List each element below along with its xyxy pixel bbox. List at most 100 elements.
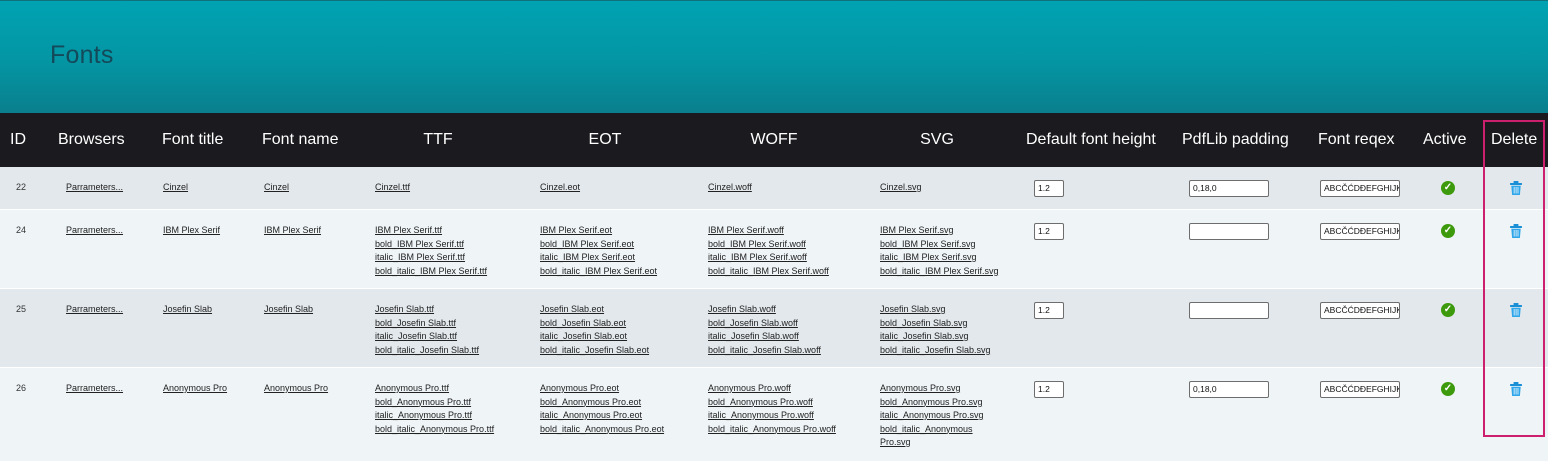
eot-file-link[interactable]: bold_italic_Josefin Slab.eot xyxy=(540,344,649,358)
eot-file-link[interactable]: italic_Josefin Slab.eot xyxy=(540,330,649,344)
ttf-file-link[interactable]: bold_Anonymous Pro.ttf xyxy=(375,396,494,410)
woff-file-link[interactable]: bold_IBM Plex Serif.woff xyxy=(708,238,829,252)
svg-file-link[interactable]: IBM Plex Serif.svg xyxy=(880,224,1000,238)
ttf-file-link[interactable]: bold_IBM Plex Serif.ttf xyxy=(375,238,487,252)
eot-file-link[interactable]: bold_italic_Anonymous Pro.eot xyxy=(540,423,664,437)
woff-file-link[interactable]: Anonymous Pro.woff xyxy=(708,382,836,396)
ttf-file-link[interactable]: bold_italic_Anonymous Pro.ttf xyxy=(375,423,494,437)
eot-file-link[interactable]: IBM Plex Serif.eot xyxy=(540,224,657,238)
col-header-woff[interactable]: WOFF xyxy=(734,113,814,167)
font-title-link[interactable]: Anonymous Pro xyxy=(163,382,227,396)
eot-file-link[interactable]: Josefin Slab.eot xyxy=(540,303,649,317)
eot-file-link[interactable]: bold_Anonymous Pro.eot xyxy=(540,396,664,410)
svg-file-link[interactable]: bold_italic_Josefin Slab.svg xyxy=(880,344,1000,358)
font-regex-input[interactable]: ABCČĆDĐEFGHIJKL xyxy=(1320,381,1400,398)
ttf-file-link[interactable]: Anonymous Pro.ttf xyxy=(375,382,494,396)
col-header-ttf[interactable]: TTF xyxy=(398,113,478,167)
svg-file-list: Cinzel.svg xyxy=(880,181,1000,195)
eot-file-link[interactable]: Anonymous Pro.eot xyxy=(540,382,664,396)
pdflib-padding-input[interactable] xyxy=(1189,223,1269,240)
svg-file-link[interactable]: bold_Josefin Slab.svg xyxy=(880,317,1000,331)
font-title-link[interactable]: Josefin Slab xyxy=(163,303,212,317)
ttf-file-link[interactable]: italic_IBM Plex Serif.ttf xyxy=(375,251,487,265)
ttf-file-link[interactable]: italic_Josefin Slab.ttf xyxy=(375,330,479,344)
eot-file-link[interactable]: Cinzel.eot xyxy=(540,181,580,195)
col-header-font-title[interactable]: Font title xyxy=(162,113,223,167)
font-name-link[interactable]: Anonymous Pro xyxy=(264,382,328,396)
svg-file-link[interactable]: bold_IBM Plex Serif.svg xyxy=(880,238,1000,252)
svg-file-link[interactable]: Josefin Slab.svg xyxy=(880,303,1000,317)
woff-file-link[interactable]: bold_Josefin Slab.woff xyxy=(708,317,821,331)
font-name-link[interactable]: Cinzel xyxy=(264,181,289,195)
woff-file-link[interactable]: bold_Anonymous Pro.woff xyxy=(708,396,836,410)
font-name-link[interactable]: Josefin Slab xyxy=(264,303,313,317)
svg-file-link[interactable]: italic_Josefin Slab.svg xyxy=(880,330,1000,344)
default-font-height-input[interactable]: 1.2 xyxy=(1034,302,1064,319)
ttf-file-link[interactable]: bold_italic_IBM Plex Serif.ttf xyxy=(375,265,487,279)
browsers-parameters-link[interactable]: Parrameters... xyxy=(66,303,123,317)
browsers-parameters-link[interactable]: Parrameters... xyxy=(66,382,123,396)
col-header-id[interactable]: ID xyxy=(10,113,26,167)
svg-file-link[interactable]: bold_italic_IBM Plex Serif.svg xyxy=(880,265,1000,279)
svg-file-link[interactable]: Anonymous Pro.svg xyxy=(880,382,1000,396)
col-header-browsers[interactable]: Browsers xyxy=(58,113,125,167)
woff-file-link[interactable]: Josefin Slab.woff xyxy=(708,303,821,317)
default-font-height-input[interactable]: 1.2 xyxy=(1034,381,1064,398)
eot-file-link[interactable]: bold_italic_IBM Plex Serif.eot xyxy=(540,265,657,279)
eot-file-link[interactable]: italic_IBM Plex Serif.eot xyxy=(540,251,657,265)
woff-file-link[interactable]: italic_Anonymous Pro.woff xyxy=(708,409,836,423)
eot-file-link[interactable]: bold_IBM Plex Serif.eot xyxy=(540,238,657,252)
check-circle-icon[interactable]: ✓ xyxy=(1441,382,1455,396)
svg-file-link[interactable]: Cinzel.svg xyxy=(880,181,1000,195)
trash-icon[interactable] xyxy=(1508,180,1524,196)
check-circle-icon[interactable]: ✓ xyxy=(1441,224,1455,238)
font-title-link[interactable]: Cinzel xyxy=(163,181,188,195)
svg-file-link[interactable]: bold_italic_Anonymous Pro.svg xyxy=(880,423,1000,450)
font-regex-input[interactable]: ABCČĆDĐEFGHIJKL xyxy=(1320,223,1400,240)
pdflib-padding-input[interactable]: 0,18,0 xyxy=(1189,381,1269,398)
col-header-default-font-height[interactable]: Default font height xyxy=(1026,113,1156,167)
page-header: Fonts xyxy=(0,0,1548,113)
col-header-font-regex[interactable]: Font reqex xyxy=(1318,113,1394,167)
svg-file-link[interactable]: italic_IBM Plex Serif.svg xyxy=(880,251,1000,265)
pdflib-padding-input[interactable]: 0,18,0 xyxy=(1189,180,1269,197)
eot-file-link[interactable]: bold_Josefin Slab.eot xyxy=(540,317,649,331)
browsers-parameters-link[interactable]: Parrameters... xyxy=(66,181,123,195)
woff-file-link[interactable]: bold_italic_Josefin Slab.woff xyxy=(708,344,821,358)
col-header-delete[interactable]: Delete xyxy=(1491,113,1537,167)
ttf-file-list: Josefin Slab.ttf bold_Josefin Slab.ttf ita… xyxy=(375,303,479,357)
pdflib-padding-input[interactable] xyxy=(1189,302,1269,319)
woff-file-link[interactable]: italic_IBM Plex Serif.woff xyxy=(708,251,829,265)
svg-file-link[interactable]: italic_Anonymous Pro.svg xyxy=(880,409,1000,423)
eot-file-link[interactable]: italic_Anonymous Pro.eot xyxy=(540,409,664,423)
check-circle-icon[interactable]: ✓ xyxy=(1441,303,1455,317)
col-header-svg[interactable]: SVG xyxy=(897,113,977,167)
font-regex-input[interactable]: ABCČĆDĐEFGHIJKL xyxy=(1320,302,1400,319)
col-header-active[interactable]: Active xyxy=(1423,113,1467,167)
trash-icon[interactable] xyxy=(1508,302,1524,318)
col-header-pdflib-padding[interactable]: PdfLib padding xyxy=(1182,113,1289,167)
woff-file-link[interactable]: bold_italic_Anonymous Pro.woff xyxy=(708,423,836,437)
trash-icon[interactable] xyxy=(1508,223,1524,239)
col-header-font-name[interactable]: Font name xyxy=(262,113,338,167)
default-font-height-input[interactable]: 1.2 xyxy=(1034,180,1064,197)
ttf-file-link[interactable]: Josefin Slab.ttf xyxy=(375,303,479,317)
col-header-eot[interactable]: EOT xyxy=(565,113,645,167)
woff-file-link[interactable]: italic_Josefin Slab.woff xyxy=(708,330,821,344)
font-name-link[interactable]: IBM Plex Serif xyxy=(264,224,321,238)
ttf-file-link[interactable]: italic_Anonymous Pro.ttf xyxy=(375,409,494,423)
trash-icon[interactable] xyxy=(1508,381,1524,397)
font-regex-input[interactable]: ABCČĆDĐEFGHIJKL xyxy=(1320,180,1400,197)
ttf-file-link[interactable]: bold_italic_Josefin Slab.ttf xyxy=(375,344,479,358)
woff-file-link[interactable]: IBM Plex Serif.woff xyxy=(708,224,829,238)
ttf-file-link[interactable]: Cinzel.ttf xyxy=(375,181,410,195)
ttf-file-link[interactable]: bold_Josefin Slab.ttf xyxy=(375,317,479,331)
font-title-link[interactable]: IBM Plex Serif xyxy=(163,224,220,238)
default-font-height-input[interactable]: 1.2 xyxy=(1034,223,1064,240)
ttf-file-link[interactable]: IBM Plex Serif.ttf xyxy=(375,224,487,238)
svg-file-link[interactable]: bold_Anonymous Pro.svg xyxy=(880,396,1000,410)
browsers-parameters-link[interactable]: Parrameters... xyxy=(66,224,123,238)
woff-file-link[interactable]: bold_italic_IBM Plex Serif.woff xyxy=(708,265,829,279)
check-circle-icon[interactable]: ✓ xyxy=(1441,181,1455,195)
woff-file-link[interactable]: Cinzel.woff xyxy=(708,181,752,195)
